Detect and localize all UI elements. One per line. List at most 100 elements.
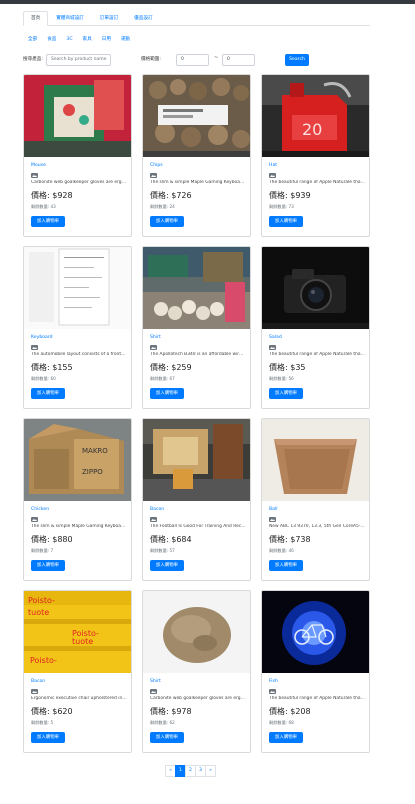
product-name[interactable]: Chips	[150, 163, 163, 168]
product-name[interactable]: Bacon	[150, 507, 164, 512]
product-price: 價格: $684	[150, 535, 192, 544]
tab-home[interactable]: 首頁	[23, 11, 49, 26]
tab-order-settings[interactable]: 訂單設訂	[92, 11, 126, 26]
product-stock: 剩餘數量: 68	[269, 720, 294, 725]
product-name[interactable]: Salad	[269, 335, 282, 340]
category-all[interactable]: 全部	[23, 35, 42, 44]
product-name[interactable]: Shirt	[150, 679, 161, 684]
product-price: 價格: $978	[150, 707, 192, 716]
product-image[interactable]	[24, 75, 131, 157]
image-icon	[269, 689, 276, 694]
product-name[interactable]: Shirt	[150, 335, 161, 340]
tab-store-settings[interactable]: 實體商城設訂	[48, 11, 92, 26]
product-description: The beautiful range of Apple Naturalé th…	[269, 352, 365, 357]
tab-promo-settings[interactable]: 優品設訂	[126, 11, 160, 26]
add-to-cart-button[interactable]: 加入購物車	[150, 216, 184, 227]
category-furniture[interactable]: 家具	[78, 35, 97, 44]
add-to-cart-button[interactable]: 加入購物車	[269, 732, 303, 743]
nav-tabs: 首頁 實體商城設訂 訂單設訂 優品設訂	[23, 11, 370, 26]
product-price: 價格: $939	[269, 191, 311, 200]
search-button[interactable]: Search	[285, 54, 309, 66]
product-description: The Apollotech B340 is an affordable wir…	[150, 352, 246, 357]
max-price-input[interactable]: 0	[222, 54, 255, 66]
product-description: Carbonite web goalkeeper gloves are ergo…	[31, 180, 127, 185]
box-label-side: ZIPPO	[82, 468, 103, 476]
category-food[interactable]: 食品	[42, 35, 61, 44]
product-description: New ABC 13 9370, 13.3, 5th Gen CoreA5-82…	[269, 524, 365, 529]
product-price: 價格: $620	[31, 707, 73, 716]
search-label: 搜尋產品:	[23, 57, 43, 62]
product-image[interactable]	[262, 419, 369, 501]
search-input[interactable]: Search by product name	[46, 54, 111, 66]
category-daily[interactable]: 日用	[97, 35, 116, 44]
product-name[interactable]: Chicken	[31, 507, 49, 512]
product-stock: 剩餘數量: 43	[31, 204, 56, 209]
product-stock: 剩餘數量: 60	[31, 376, 56, 381]
category-sports[interactable]: 運動	[116, 35, 135, 44]
add-to-cart-button[interactable]: 加入購物車	[31, 388, 65, 399]
product-name[interactable]: Ball	[269, 507, 278, 512]
product-price: 價格: $155	[31, 363, 73, 372]
product-card: 20 Hat The beautiful range of Apple Natu…	[261, 74, 370, 237]
product-card: Mouse Carbonite web goalkeeper gloves ar…	[23, 74, 132, 237]
product-image[interactable]	[143, 591, 250, 673]
box-label-top: MAKRO	[82, 447, 108, 455]
product-card: Salad The beautiful range of Apple Natur…	[261, 246, 370, 409]
product-image[interactable]	[143, 75, 250, 157]
product-image[interactable]: Poisto- tuote Poisto- tuote Poisto-	[24, 591, 131, 673]
add-to-cart-button[interactable]: 加入購物車	[31, 560, 65, 571]
product-price: 價格: $738	[269, 535, 311, 544]
min-price-input[interactable]: 0	[176, 54, 209, 66]
red-can-number: 20	[302, 120, 322, 139]
image-icon	[269, 173, 276, 178]
product-name[interactable]: Hat	[269, 163, 277, 168]
price-range-label: 價格範圍:	[141, 57, 161, 62]
add-to-cart-button[interactable]: 加入購物車	[150, 560, 184, 571]
product-stock: 剩餘數量: 57	[150, 548, 175, 553]
product-name[interactable]: Bacon	[31, 679, 45, 684]
product-card: Ball New ABC 13 9370, 13.3, 5th Gen Core…	[261, 418, 370, 581]
top-navbar	[0, 0, 415, 4]
range-separator: ~	[214, 55, 219, 61]
add-to-cart-button[interactable]: 加入購物車	[150, 732, 184, 743]
category-filter: 全部 食品 3C 家具 日用 運動	[23, 35, 370, 44]
product-image[interactable]: MAKRO ZIPPO	[24, 419, 131, 501]
product-image[interactable]	[143, 247, 250, 329]
product-image[interactable]	[24, 247, 131, 329]
add-to-cart-button[interactable]: 加入購物車	[150, 388, 184, 399]
product-description: The beautiful range of Apple Naturalé th…	[269, 180, 365, 185]
image-icon	[150, 689, 157, 694]
pagination: « 1 2 3 »	[165, 765, 216, 777]
product-description: The beautiful range of Apple Naturalé th…	[269, 696, 365, 701]
product-name[interactable]: Keyboard	[31, 335, 53, 340]
product-description: The slim & simple Maple Gaming Keyboard …	[150, 180, 246, 185]
yellow-box-text-2: tuote	[28, 608, 49, 617]
product-stock: 剩餘數量: 46	[269, 548, 294, 553]
add-to-cart-button[interactable]: 加入購物車	[269, 216, 303, 227]
product-name[interactable]: Fish	[269, 679, 278, 684]
image-icon	[269, 345, 276, 350]
product-price: 價格: $928	[31, 191, 73, 200]
add-to-cart-button[interactable]: 加入購物車	[31, 732, 65, 743]
category-3c[interactable]: 3C	[61, 35, 77, 44]
product-stock: 剩餘數量: 7	[31, 548, 54, 553]
pagination-next[interactable]: »	[205, 765, 216, 777]
yellow-box-text-4: tuote	[72, 637, 93, 646]
product-image[interactable]: 20	[262, 75, 369, 157]
product-description: Carbonite web goalkeeper gloves are ergo…	[150, 696, 246, 701]
product-price: 價格: $208	[269, 707, 311, 716]
yellow-box-text-5: Poisto-	[30, 656, 57, 665]
product-image[interactable]	[262, 247, 369, 329]
product-image[interactable]	[262, 591, 369, 673]
product-card: Chips The slim & simple Maple Gaming Key…	[142, 74, 251, 237]
product-image[interactable]	[143, 419, 250, 501]
add-to-cart-button[interactable]: 加入購物車	[269, 388, 303, 399]
product-stock: 剩餘數量: 24	[150, 204, 175, 209]
product-card: MAKRO ZIPPO Chicken The slim & simple Ma…	[23, 418, 132, 581]
product-name[interactable]: Mouse	[31, 163, 46, 168]
add-to-cart-button[interactable]: 加入購物車	[269, 560, 303, 571]
image-icon	[150, 517, 157, 522]
product-price: 價格: $35	[269, 363, 306, 372]
add-to-cart-button[interactable]: 加入購物車	[31, 216, 65, 227]
image-icon	[31, 517, 38, 522]
